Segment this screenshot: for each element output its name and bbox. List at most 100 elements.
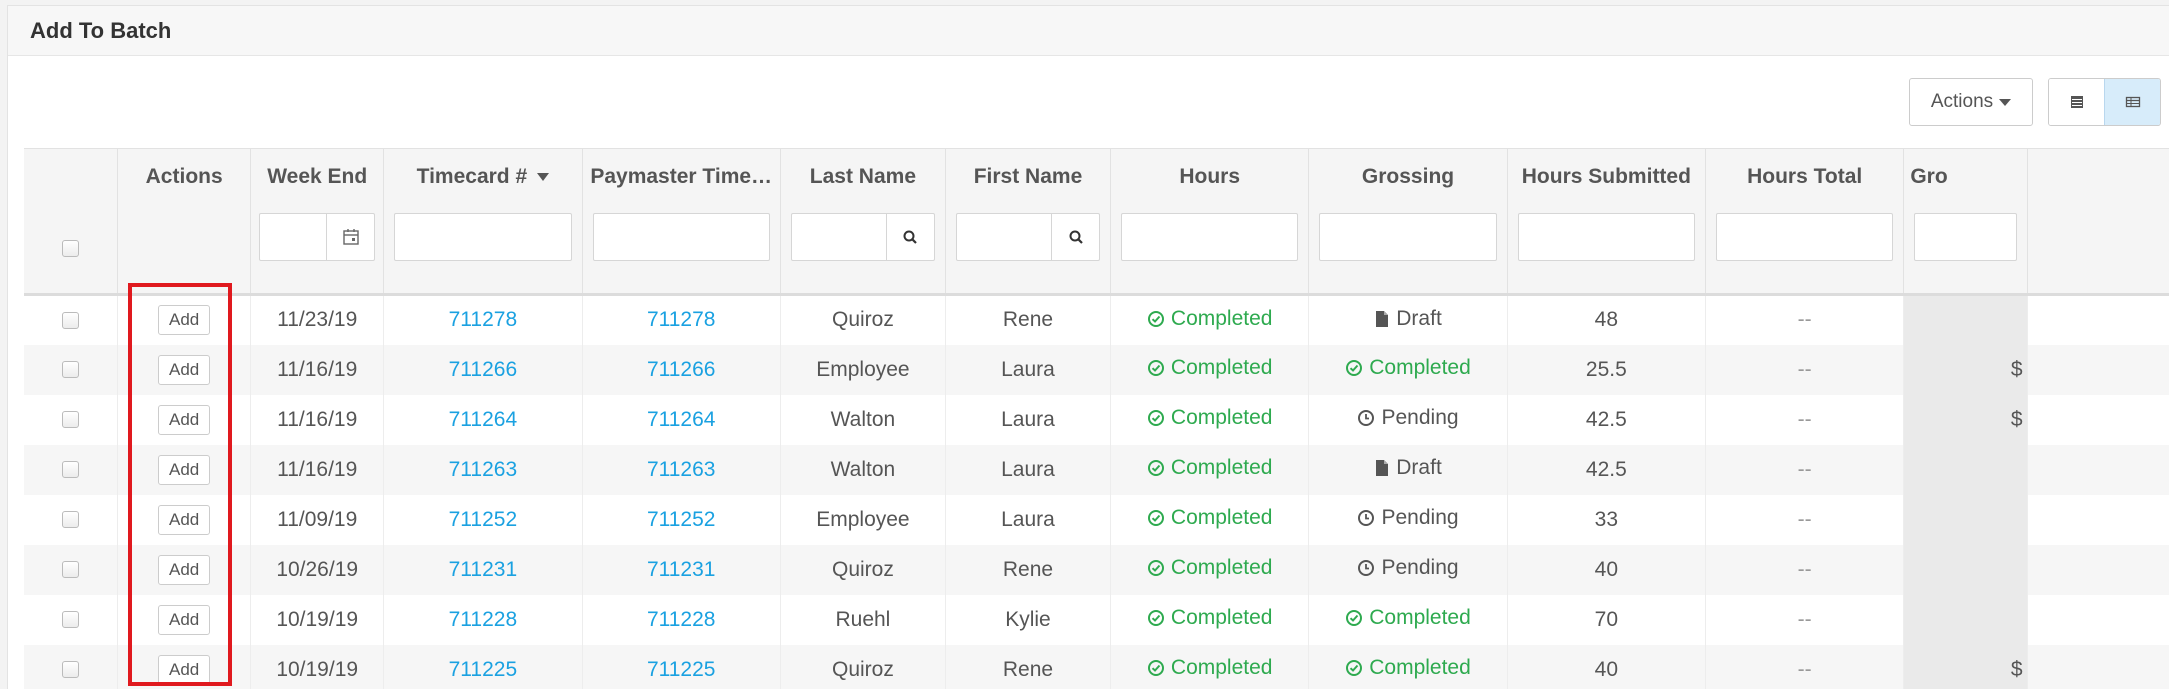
table-row[interactable]: Add 10/26/19 711231 711231 Quiroz Rene C… <box>24 544 2169 595</box>
timecard-link[interactable]: 711228 <box>449 608 518 631</box>
row-checkbox[interactable] <box>62 361 80 379</box>
timecard-cell: 711228 <box>383 594 583 645</box>
grossing-status-label: Completed <box>1369 656 1471 679</box>
gross-cell: $ <box>1903 644 2028 689</box>
add-button[interactable]: Add <box>158 454 211 485</box>
table-row[interactable]: Add 11/23/19 711278 711278 Quiroz Rene C… <box>24 294 2169 345</box>
timecard-link[interactable]: 711231 <box>449 558 518 581</box>
paymaster-link[interactable]: 711264 <box>647 408 716 431</box>
column-header-last-name[interactable]: Last Name <box>780 148 946 205</box>
paymaster-link[interactable]: 711252 <box>647 508 716 531</box>
calendar-icon[interactable] <box>326 213 374 260</box>
first-name-filter-input[interactable] <box>955 212 1101 261</box>
timecard-link[interactable]: 711278 <box>449 308 518 331</box>
hours-cell: Completed <box>1110 294 1310 345</box>
actions-dropdown-label: Actions <box>1930 91 1994 112</box>
hours-total-filter-input[interactable] <box>1716 212 1894 261</box>
timecard-link[interactable]: 711252 <box>449 508 518 531</box>
column-header-hours-total[interactable]: Hours Total <box>1705 148 1905 205</box>
select-all-checkbox[interactable] <box>62 240 80 258</box>
timecard-link[interactable]: 711264 <box>449 408 518 431</box>
hours-status-label: Completed <box>1170 556 1273 579</box>
add-button[interactable]: Add <box>158 604 211 635</box>
add-button[interactable]: Add <box>158 305 211 336</box>
column-header-actions: Actions <box>117 148 252 205</box>
paymaster-link[interactable]: 711278 <box>647 308 716 331</box>
row-actions-cell: Add <box>117 494 252 545</box>
gross-cell <box>1903 294 2028 345</box>
paymaster-link[interactable]: 711225 <box>647 658 716 681</box>
search-icon[interactable] <box>885 213 934 260</box>
table-row[interactable]: Add 11/09/19 711252 711252 Employee Laur… <box>24 494 2169 545</box>
hours-submitted-cell: 70 <box>1507 594 1707 645</box>
column-header-grossing[interactable]: Grossing <box>1308 148 1508 205</box>
first-name-cell: Kylie <box>945 594 1112 645</box>
extra-filter-cell <box>2027 204 2169 296</box>
column-header-week-end[interactable]: Week End <box>250 148 385 205</box>
grossing-cell: Pending <box>1308 394 1508 445</box>
hours-filter-input[interactable] <box>1121 212 1299 261</box>
row-checkbox[interactable] <box>62 511 80 529</box>
file-icon <box>1374 459 1390 477</box>
column-header-hours[interactable]: Hours <box>1110 148 1310 205</box>
paymaster-link[interactable]: 711266 <box>647 358 716 381</box>
column-header-paymaster[interactable]: Paymaster Time… <box>582 148 781 205</box>
search-icon[interactable] <box>1051 213 1099 260</box>
first-name-cell: Rene <box>945 644 1112 689</box>
row-checkbox[interactable] <box>62 561 80 579</box>
add-button[interactable]: Add <box>158 404 211 435</box>
table-row[interactable]: Add 10/19/19 711228 711228 Ruehl Kylie C… <box>24 594 2169 645</box>
add-button[interactable]: Add <box>158 654 211 685</box>
panel-title: Add To Batch <box>30 17 172 43</box>
timecard-link[interactable]: 711263 <box>449 458 518 481</box>
hours-total-cell: -- <box>1705 594 1905 645</box>
row-checkbox[interactable] <box>62 312 80 330</box>
table-row[interactable]: Add 11/16/19 711264 711264 Walton Laura … <box>24 394 2169 445</box>
row-checkbox[interactable] <box>62 611 80 629</box>
list-view-button[interactable] <box>2049 79 2104 125</box>
extra-cell <box>2027 294 2169 345</box>
extra-cell <box>2027 644 2169 689</box>
row-checkbox[interactable] <box>62 661 80 679</box>
column-header-timecard[interactable]: Timecard # <box>383 148 583 205</box>
column-header-gross[interactable]: Gro <box>1903 148 2028 205</box>
grossing-status-label: Pending <box>1381 506 1459 529</box>
actions-dropdown-button[interactable]: Actions <box>1909 78 2033 126</box>
table-view-button[interactable] <box>2104 79 2160 125</box>
paymaster-cell: 711263 <box>582 444 781 495</box>
add-button[interactable]: Add <box>158 504 211 535</box>
paymaster-filter-input[interactable] <box>592 212 770 261</box>
caret-down-icon <box>1999 98 2012 106</box>
paymaster-link[interactable]: 711263 <box>647 458 716 481</box>
column-header-first-name[interactable]: First Name <box>945 148 1112 205</box>
check-circle-icon <box>1147 609 1165 627</box>
add-button[interactable]: Add <box>158 554 211 585</box>
row-checkbox[interactable] <box>62 461 80 479</box>
timecard-filter-input[interactable] <box>394 212 572 261</box>
table-row[interactable]: Add 11/16/19 711263 711263 Walton Laura … <box>24 444 2169 495</box>
column-header-hours-submitted[interactable]: Hours Submitted <box>1507 148 1707 205</box>
table-row[interactable]: Add 10/19/19 711225 711225 Quiroz Rene C… <box>24 644 2169 689</box>
paymaster-link[interactable]: 711231 <box>647 558 716 581</box>
list-view-icon <box>2070 96 2083 108</box>
hours-submitted-filter-input[interactable] <box>1517 212 1696 261</box>
table-row[interactable]: Add 11/16/19 711266 711266 Employee Laur… <box>24 344 2169 395</box>
row-actions-cell: Add <box>117 544 252 595</box>
row-actions-cell: Add <box>117 644 252 689</box>
last-name-cell: Walton <box>780 444 946 495</box>
timecard-link[interactable]: 711266 <box>449 358 518 381</box>
last-name-cell: Walton <box>780 394 946 445</box>
extra-cell <box>2027 394 2169 445</box>
grossing-status-label: Draft <box>1396 306 1442 330</box>
last-name-filter-input[interactable] <box>790 212 935 261</box>
grossing-status: Completed <box>1345 356 1471 380</box>
add-button[interactable]: Add <box>158 354 211 385</box>
week-end-filter-input[interactable] <box>259 212 376 261</box>
row-actions-cell: Add <box>117 294 252 345</box>
row-checkbox[interactable] <box>62 411 80 429</box>
grossing-filter-input[interactable] <box>1319 212 1497 261</box>
column-header-extra <box>2027 148 2169 205</box>
gross-filter-input[interactable] <box>1914 212 2017 261</box>
paymaster-link[interactable]: 711228 <box>647 608 716 631</box>
timecard-link[interactable]: 711225 <box>449 658 518 681</box>
